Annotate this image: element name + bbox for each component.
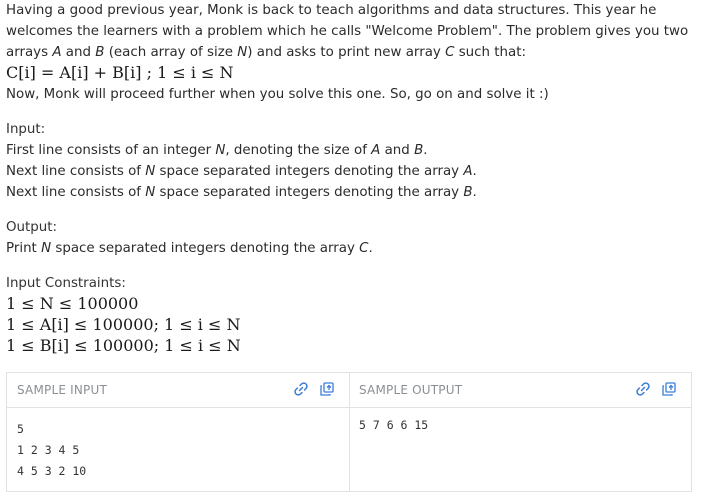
statement-line-2: welcomes the learners with a problem whi… [6, 24, 689, 39]
sample-output-header: SAMPLE OUTPUT [349, 373, 691, 408]
statement-line-5: Now, Monk will proceed further when you … [6, 87, 549, 102]
sample-output-panel: SAMPLE OUTPUT 5 7 6 6 15 [349, 373, 691, 491]
statement-line-1: Having a good previous year, Monk is bac… [6, 3, 657, 18]
formula: C[i] = A[i] + B[i] ; 1 ≤ i ≤ N [6, 63, 234, 82]
output-heading: Output: [6, 220, 58, 235]
sample-output-text: 5 7 6 6 15 [359, 418, 429, 432]
statement-line-3: arrays A and B (each array of size N) an… [6, 45, 526, 60]
constraint-a: 1 ≤ A[i] ≤ 100000; 1 ≤ i ≤ N [6, 315, 241, 334]
sample-input-panel: SAMPLE INPUT 5 1 2 3 4 5 4 5 3 2 10 [7, 373, 350, 491]
output-line: Print N space separated integers denotin… [6, 241, 373, 256]
sample-input-text: 5 1 2 3 4 5 4 5 3 2 10 [17, 422, 87, 478]
constraint-n: 1 ≤ N ≤ 100000 [6, 294, 139, 313]
input-heading: Input: [6, 122, 46, 137]
sample-input-header: SAMPLE INPUT [7, 373, 349, 408]
copy-icon[interactable] [319, 381, 335, 397]
constraints-heading: Input Constraints: [6, 276, 126, 291]
link-icon[interactable] [293, 381, 309, 397]
constraint-b: 1 ≤ B[i] ≤ 100000; 1 ≤ i ≤ N [6, 336, 241, 355]
sample-input-label: SAMPLE INPUT [17, 383, 107, 397]
sample-box: SAMPLE INPUT 5 1 2 3 4 5 4 5 3 2 10 SAMP… [6, 372, 692, 492]
problem-page: Having a good previous year, Monk is bac… [0, 0, 704, 498]
copy-icon[interactable] [661, 381, 677, 397]
link-icon[interactable] [635, 381, 651, 397]
input-line-1: First line consists of an integer N, den… [6, 143, 428, 158]
input-line-3: Next line consists of N space separated … [6, 185, 477, 200]
input-line-2: Next line consists of N space separated … [6, 164, 477, 179]
sample-output-label: SAMPLE OUTPUT [359, 383, 463, 397]
